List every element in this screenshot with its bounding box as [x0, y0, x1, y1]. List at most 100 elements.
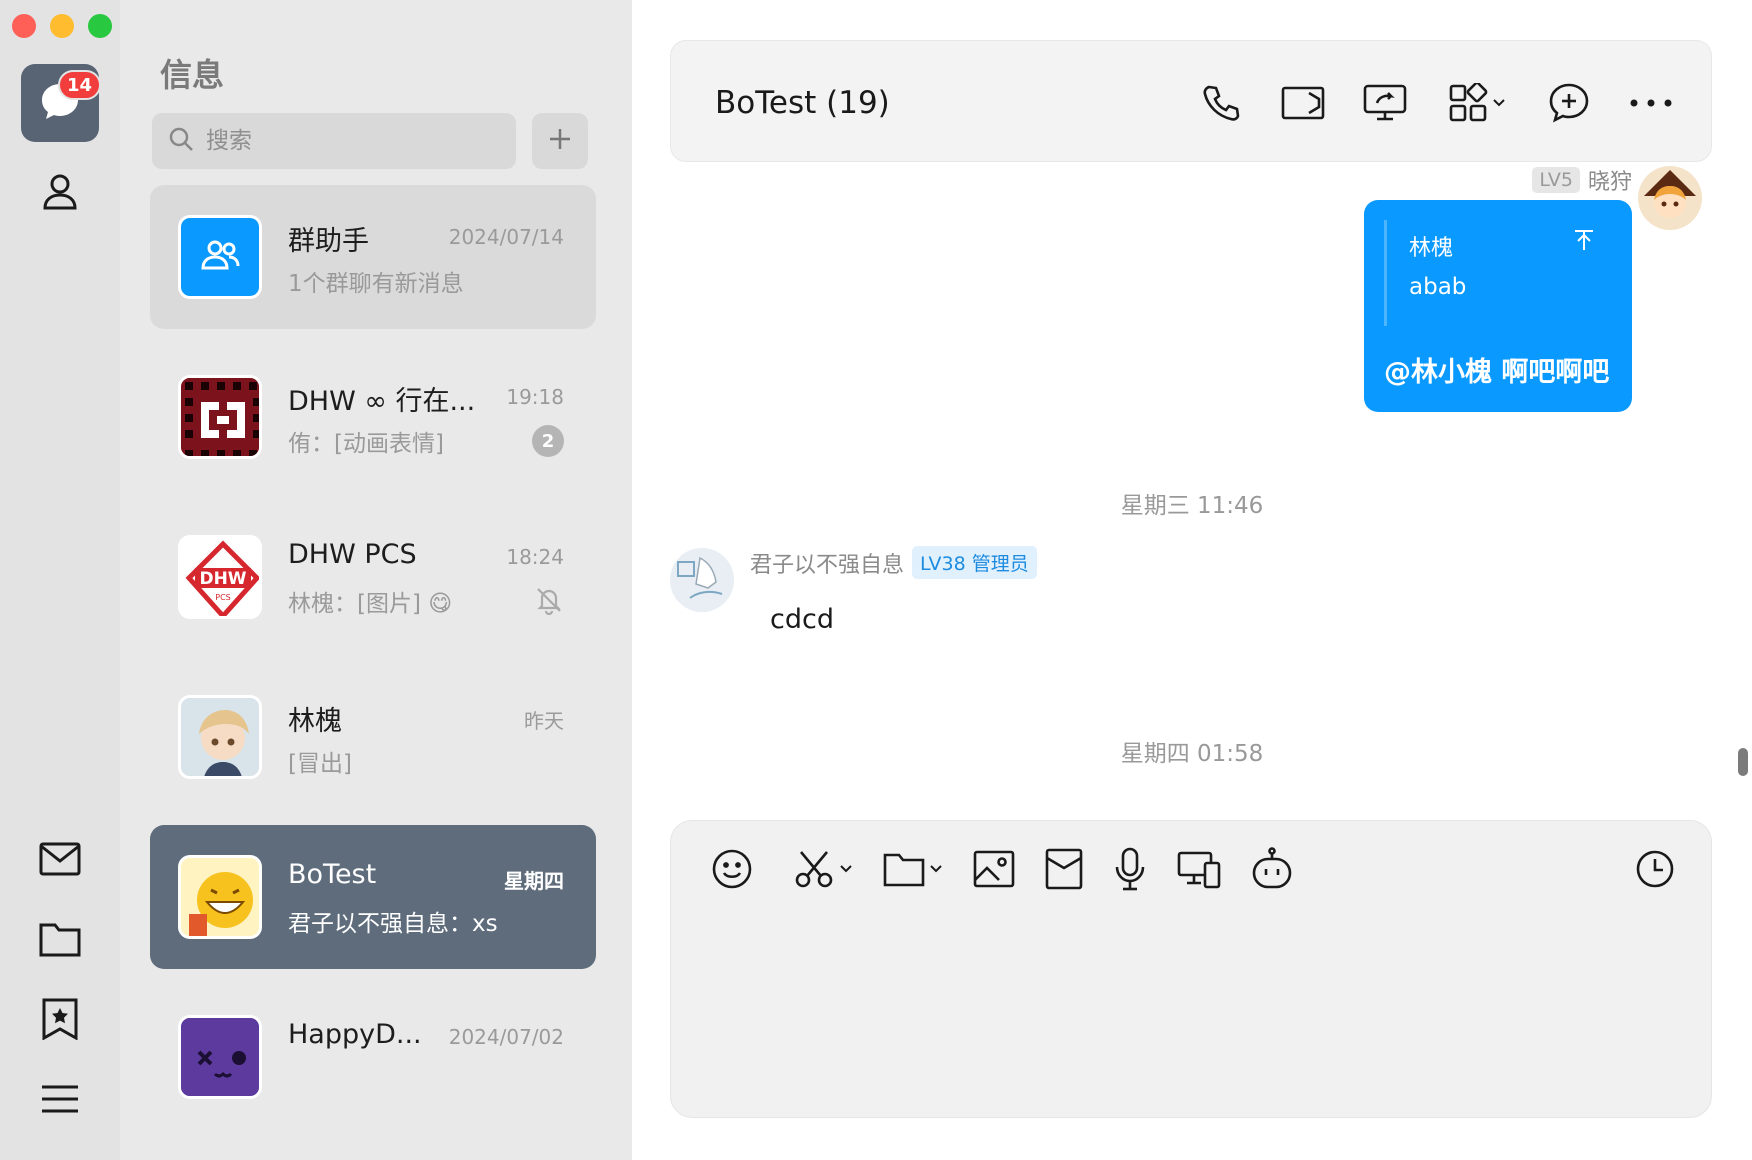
folder-icon — [883, 853, 925, 887]
list-title: 信息 — [160, 56, 225, 94]
svg-text:DHW: DHW — [199, 569, 246, 589]
red-packet-button[interactable] — [1045, 841, 1083, 897]
conversation-preview: 林槐：[图片] 😋 — [288, 591, 453, 617]
image-icon — [973, 850, 1015, 888]
rail-menu-button[interactable] — [21, 1062, 99, 1140]
rail-favorites-button[interactable] — [21, 982, 99, 1060]
screenshot-button[interactable] — [793, 841, 853, 897]
more-dots-icon — [1630, 99, 1672, 107]
apps-menu-button[interactable] — [1445, 81, 1509, 125]
more-options-button[interactable] — [1629, 81, 1673, 125]
screen-share-button[interactable] — [1363, 81, 1407, 125]
conversation-name: HappyD... — [288, 1019, 422, 1050]
add-button[interactable] — [532, 113, 588, 169]
red-envelope-icon — [1045, 848, 1083, 890]
send-file-button[interactable] — [883, 841, 943, 897]
conversation-item-group-assistant[interactable]: 群助手 2024/07/14 1个群聊有新消息 — [150, 185, 596, 329]
chevron-down-icon — [930, 865, 942, 873]
conversation-item-dhw-pcs[interactable]: DHW PCS DHW PCS 18:24 林槐：[图片] 😋 — [150, 505, 596, 649]
emoji-button[interactable] — [711, 841, 753, 897]
avatar — [178, 215, 262, 299]
scissors-icon — [795, 851, 833, 888]
group-people-icon — [200, 238, 240, 276]
rail-messages-button[interactable]: 14 — [21, 64, 101, 142]
conversation-preview: [冒出] — [288, 751, 352, 777]
screen-share-icon — [1363, 84, 1407, 121]
conversation-item-botest[interactable]: BoTest 星期四 君子以不强自息：xs — [150, 825, 596, 969]
avatar — [178, 1015, 262, 1099]
conversation-preview: 侑：[动画表情] — [288, 431, 444, 457]
messages-unread-badge: 14 — [57, 70, 101, 100]
timestamp-divider: 星期三 11:46 — [1120, 493, 1264, 519]
rail-contacts-button[interactable] — [21, 154, 99, 232]
timestamp-divider: 星期四 01:58 — [1120, 741, 1264, 767]
quoted-sender: 林槐 — [1409, 236, 1454, 261]
microphone-icon — [1115, 847, 1145, 891]
close-window-button[interactable] — [12, 14, 36, 38]
chat-title: BoTest (19) — [715, 85, 890, 121]
conversation-time: 昨天 — [524, 709, 564, 733]
conversation-item-linhuai[interactable]: 林槐 昨天 [冒出] — [150, 665, 596, 809]
avatar[interactable] — [1638, 166, 1702, 230]
avatar[interactable] — [670, 548, 734, 612]
conversation-time: 2024/07/14 — [448, 225, 564, 249]
mail-icon — [39, 842, 81, 880]
chat-header: BoTest (19) — [670, 40, 1712, 162]
clock-icon — [1636, 850, 1674, 888]
conversation-item-happyd[interactable]: HappyD... 2024/07/02 — [150, 985, 596, 1129]
robot-button[interactable] — [1251, 841, 1293, 897]
message-history-button[interactable] — [1635, 849, 1675, 893]
icon-rail: 14 — [0, 0, 120, 1160]
conversation-time: 星期四 — [504, 869, 564, 893]
message-text: @林小槐 啊吧啊吧 — [1384, 357, 1610, 388]
conversation-time: 18:24 — [506, 545, 564, 569]
incoming-message-text[interactable]: cdcd — [770, 604, 834, 635]
message-composer — [670, 820, 1712, 1118]
quoted-text: abab — [1409, 274, 1467, 300]
video-call-button[interactable] — [1281, 81, 1325, 125]
message-sender: LV5 晓狩 — [1532, 164, 1632, 196]
hamburger-menu-icon — [41, 1084, 79, 1118]
robot-icon — [1252, 847, 1292, 889]
conversation-name: 林槐 — [288, 706, 342, 737]
devices-icon — [1177, 851, 1221, 889]
sender-role-tag: LV38 管理员 — [912, 546, 1037, 579]
message-sender: 君子以不强自息 LV38 管理员 — [750, 546, 1037, 579]
message-input[interactable] — [711, 921, 1671, 1091]
sender-name: 君子以不强自息 — [750, 552, 905, 578]
minimize-window-button[interactable] — [50, 14, 74, 38]
sender-level-tag: LV5 — [1532, 167, 1580, 193]
video-camera-icon — [1281, 86, 1325, 120]
send-image-button[interactable] — [973, 841, 1015, 897]
voice-call-button[interactable] — [1199, 81, 1243, 125]
new-chat-button[interactable] — [1547, 81, 1591, 125]
quoted-message[interactable]: 林槐 abab — [1384, 220, 1612, 326]
multi-device-button[interactable] — [1177, 841, 1221, 897]
avatar: DHW PCS — [178, 535, 262, 619]
rail-mail-button[interactable] — [21, 822, 99, 900]
composer-toolbar — [711, 841, 1293, 897]
search-input[interactable] — [206, 128, 506, 154]
app-window: 14 信息 搜索 群助手 2024/07/14 1个群聊有新消息 DHW ∞ 行… — [0, 0, 1752, 1160]
outgoing-message-bubble[interactable]: 林槐 abab @林小槐 啊吧啊吧 — [1364, 200, 1632, 412]
voice-message-button[interactable] — [1113, 841, 1147, 897]
zoom-window-button[interactable] — [88, 14, 112, 38]
search-icon — [168, 126, 194, 156]
chevron-down-icon — [840, 865, 852, 873]
chat-scrollbar[interactable] — [1738, 748, 1748, 776]
conversation-list-panel: 信息 群助手 2024/07/14 1个群聊有新消息 — [120, 0, 632, 1160]
bookmark-star-icon — [41, 998, 79, 1044]
rail-files-button[interactable] — [21, 902, 99, 980]
window-controls — [12, 14, 112, 38]
avatar — [178, 855, 262, 939]
avatar — [178, 375, 262, 459]
conversation-preview: 1个群聊有新消息 — [288, 271, 464, 297]
jump-to-quote-icon[interactable] — [1572, 228, 1596, 256]
search-box[interactable] — [152, 113, 516, 169]
apps-grid-icon — [1449, 83, 1488, 122]
conversation-item-dhw-xingzai[interactable]: DHW ∞ 行在... 19:18 侑：[动画表情] 2 — [150, 345, 596, 489]
conversation-preview: 君子以不强自息：xs — [288, 911, 498, 937]
smiley-icon — [712, 849, 752, 889]
conversation-name: DHW PCS — [288, 539, 417, 570]
svg-text:PCS: PCS — [215, 593, 231, 602]
